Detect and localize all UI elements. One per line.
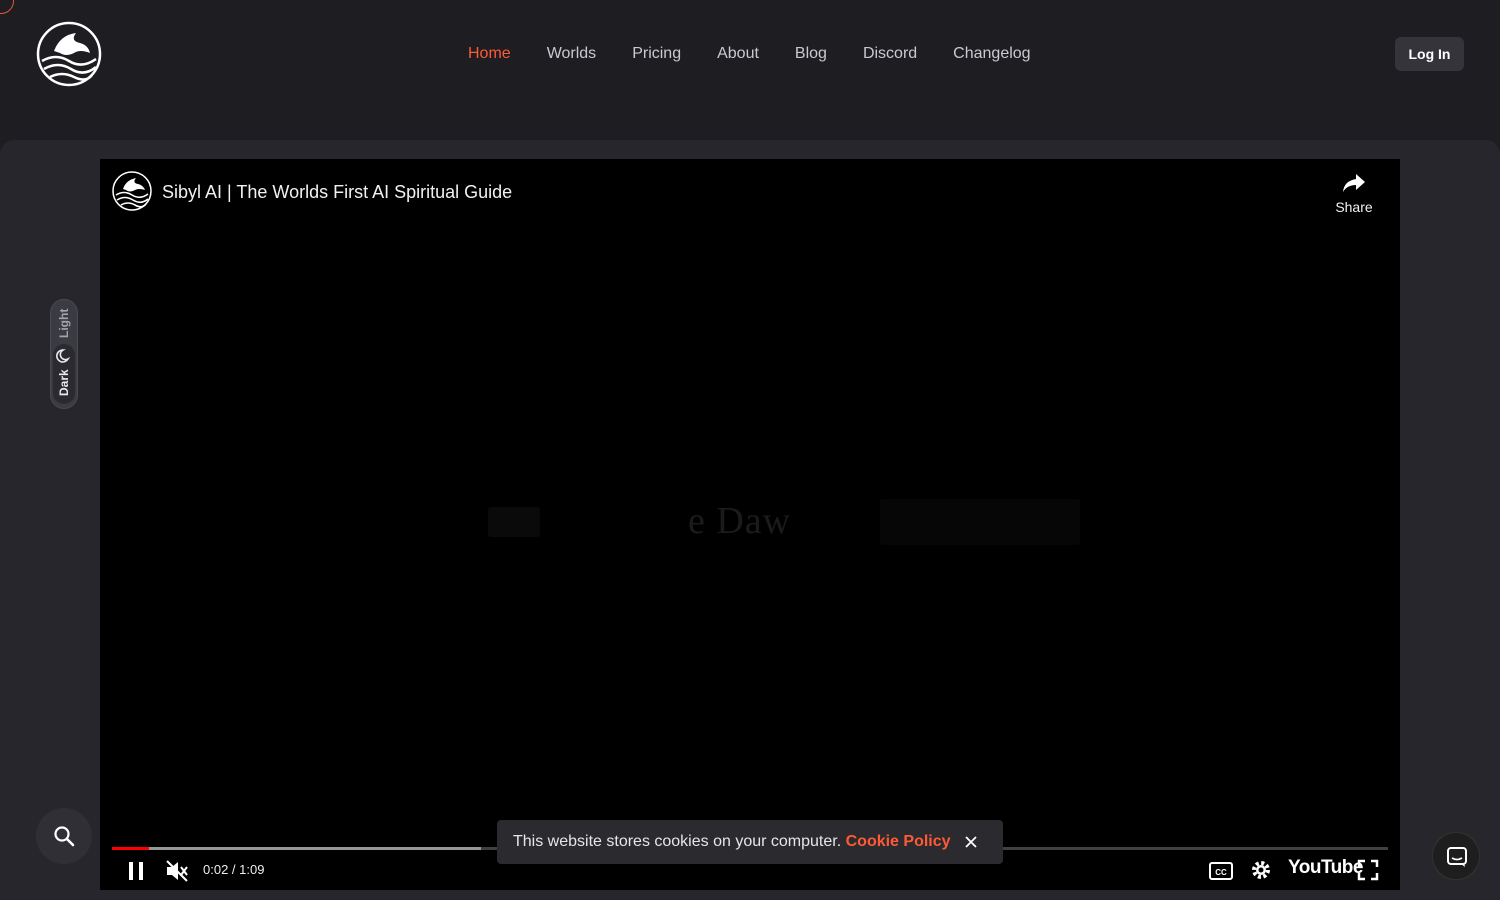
share-label: Share	[1335, 199, 1373, 215]
cookie-text: This website stores cookies on your comp…	[513, 833, 842, 850]
nav-blog[interactable]: Blog	[795, 44, 827, 64]
muted-icon[interactable]	[164, 858, 190, 884]
moon-icon	[56, 349, 71, 363]
nav-home[interactable]: Home	[468, 44, 511, 64]
progress-buffered	[112, 847, 481, 850]
search-icon	[54, 826, 75, 847]
cookie-banner: This website stores cookies on your comp…	[497, 820, 1003, 864]
youtube-logo[interactable]: YouTube	[1288, 857, 1363, 879]
chat-icon	[1447, 847, 1467, 867]
login-button[interactable]: Log In	[1395, 37, 1464, 71]
theme-dark-label: Dark	[57, 369, 71, 397]
site-header: Home Worlds Pricing About Blog Discord C…	[0, 0, 1500, 140]
fullscreen-icon[interactable]	[1356, 858, 1380, 882]
theme-light-option[interactable]: Light	[54, 306, 74, 340]
captions-icon[interactable]: CC	[1208, 859, 1234, 883]
time-display: 0:02 / 1:09	[203, 862, 265, 877]
close-icon[interactable]	[963, 834, 979, 850]
corner-indicator	[0, 0, 14, 14]
video-frame-shape	[488, 507, 540, 537]
video-title[interactable]: Sibyl AI | The Worlds First AI Spiritual…	[162, 181, 512, 203]
pause-icon[interactable]	[124, 859, 148, 883]
nav-changelog[interactable]: Changelog	[953, 44, 1030, 64]
nav-pricing[interactable]: Pricing	[632, 44, 681, 64]
cookie-message: This website stores cookies on your comp…	[513, 832, 951, 852]
site-logo[interactable]	[36, 21, 102, 87]
nav-discord[interactable]: Discord	[863, 44, 917, 64]
share-icon	[1343, 174, 1365, 192]
main-nav: Home Worlds Pricing About Blog Discord C…	[468, 44, 1067, 64]
video-player[interactable]: Sibyl AI | The Worlds First AI Spiritual…	[100, 159, 1400, 890]
nav-worlds[interactable]: Worlds	[547, 44, 597, 64]
theme-dark-option[interactable]: Dark	[53, 344, 75, 404]
chat-launcher-button[interactable]	[1432, 832, 1480, 880]
theme-toggle[interactable]: Light Dark	[50, 299, 78, 409]
channel-logo-icon[interactable]	[112, 171, 152, 211]
settings-icon[interactable]	[1249, 858, 1273, 882]
search-button[interactable]	[36, 808, 92, 864]
video-frame-text: e Daw	[688, 500, 792, 542]
progress-played	[112, 847, 149, 850]
video-frame-shape	[880, 499, 1080, 545]
cookie-policy-link[interactable]: Cookie Policy	[846, 833, 951, 850]
nav-about[interactable]: About	[717, 44, 759, 64]
share-button[interactable]: Share	[1324, 171, 1384, 215]
svg-text:CC: CC	[1215, 868, 1227, 877]
